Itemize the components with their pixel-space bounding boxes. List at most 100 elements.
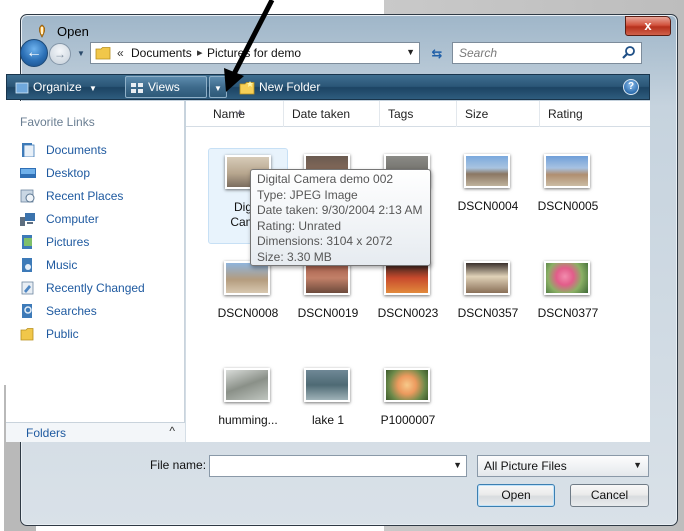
nav-link-label: Music <box>46 258 78 272</box>
file-type-select[interactable]: All Picture Files ▼ <box>477 455 649 477</box>
tooltip-type: Type: JPEG Image <box>257 187 358 202</box>
file-tile[interactable]: DSCN0357 <box>448 255 528 351</box>
folders-label: Folders <box>26 426 67 440</box>
file-tile[interactable]: lake 1 <box>288 362 368 458</box>
forward-arrow-icon: → <box>54 47 66 61</box>
computer-icon <box>20 213 35 226</box>
file-tile[interactable]: DSCN0377 <box>528 255 608 351</box>
favorite-links-header: Favorite Links <box>20 115 95 129</box>
back-button[interactable]: ← <box>20 39 48 67</box>
close-button[interactable]: x <box>625 16 671 36</box>
column-headers: ▲ Name Date taken Tags Size Rating <box>186 101 650 127</box>
organize-icon <box>15 82 29 94</box>
searches-icon <box>22 304 32 318</box>
address-overflow-chevron[interactable]: « <box>117 46 124 60</box>
file-info-tooltip: Digital Camera demo 002 Type: JPEG Image… <box>250 169 431 266</box>
photo-thumbnail <box>544 154 590 188</box>
sort-ascending-icon: ▲ <box>236 107 244 116</box>
photo-thumbnail <box>224 368 270 402</box>
file-name: lake 1 <box>311 413 345 427</box>
public-folder-icon <box>20 328 34 341</box>
refresh-icon: ⇆ <box>431 46 443 61</box>
file-name: P1000007 <box>380 413 436 427</box>
organize-menu[interactable]: Organize ▼ <box>15 75 97 99</box>
back-arrow-icon: ← <box>26 44 42 61</box>
file-tile[interactable]: humming... <box>208 362 288 458</box>
open-button[interactable]: Open <box>477 484 555 507</box>
file-name: DSCN0377 <box>537 306 599 320</box>
title-bar[interactable]: Open x <box>21 15 677 45</box>
file-name: DSCN0357 <box>457 306 519 320</box>
file-list[interactable]: ▲ Name Date taken Tags Size Rating Dig… … <box>186 101 650 442</box>
chevron-down-icon[interactable]: ▼ <box>453 460 462 470</box>
search-icon[interactable] <box>621 45 637 61</box>
file-name: DSCN0019 <box>297 306 359 320</box>
views-button[interactable]: Views <box>125 76 207 98</box>
column-header-rating[interactable]: Rating <box>541 101 650 127</box>
search-box[interactable]: Search <box>452 42 642 64</box>
file-name: DSCN0008 <box>217 306 279 320</box>
file-name: humming... <box>218 413 278 427</box>
command-toolbar: Organize ▼ Views ▼ New Folder ? <box>6 74 650 100</box>
photo-thumbnail <box>224 261 270 295</box>
address-bar[interactable]: « Documents ▸ Pictures for demo ▼ <box>90 42 420 64</box>
desktop-icon <box>20 168 36 178</box>
forward-button[interactable]: → <box>49 43 71 65</box>
breadcrumb-pictures-for-demo[interactable]: Pictures for demo <box>207 46 301 60</box>
tooltip-rating: Rating: Unrated <box>257 218 342 233</box>
file-name-label: File name: <box>150 458 207 472</box>
folders-toggle[interactable]: Folders ^ <box>6 422 185 442</box>
nav-link-label: Documents <box>46 143 107 157</box>
file-tile[interactable]: DSCN0023 <box>368 255 448 351</box>
column-header-label: Date taken <box>292 107 351 121</box>
nav-link-label: Pictures <box>46 235 90 249</box>
chevron-down-icon: ▼ <box>89 84 97 93</box>
file-tile[interactable]: DSCN0005 <box>528 148 608 244</box>
column-header-label: Rating <box>548 107 583 121</box>
file-tile[interactable]: DSCN0019 <box>288 255 368 351</box>
tooltip-file-name: Digital Camera demo 002 <box>257 172 394 186</box>
nav-link-label: Desktop <box>46 166 91 180</box>
file-tile[interactable]: P1000007 <box>368 362 448 458</box>
column-header-size[interactable]: Size <box>458 101 540 127</box>
column-header-date-taken[interactable]: Date taken <box>285 101 380 127</box>
breadcrumb-documents[interactable]: Documents <box>131 46 192 60</box>
new-folder-label: New Folder <box>259 80 321 94</box>
navigation-pane: Favorite Links Documents Desktop Recent … <box>6 101 185 442</box>
photo-thumbnail <box>464 154 510 188</box>
views-icon <box>131 82 143 93</box>
column-header-name[interactable]: ▲ Name <box>206 101 284 127</box>
cancel-button[interactable]: Cancel <box>570 484 649 507</box>
documents-icon <box>22 143 35 157</box>
nav-link-label: Recent Places <box>46 189 124 203</box>
photo-thumbnail <box>464 261 510 295</box>
nav-link-label: Recently Changed <box>46 281 145 295</box>
chevron-down-icon: ▼ <box>77 49 85 58</box>
file-name-input[interactable]: ▼ <box>209 455 467 477</box>
refresh-button[interactable]: ⇆ <box>425 44 449 64</box>
help-button[interactable]: ? <box>623 79 639 95</box>
file-type-value: All Picture Files <box>484 459 567 473</box>
column-header-label: Size <box>465 107 489 121</box>
column-header-tags[interactable]: Tags <box>381 101 457 127</box>
column-header-label: Tags <box>388 107 414 121</box>
open-dialog-icon <box>38 24 46 38</box>
file-tile[interactable]: DSCN0008 <box>208 255 288 351</box>
file-tile[interactable]: DSCN0004 <box>448 148 528 244</box>
photo-thumbnail <box>544 261 590 295</box>
photo-thumbnail <box>304 261 350 295</box>
breadcrumb-separator[interactable]: ▸ <box>197 46 203 59</box>
new-folder-icon <box>239 80 255 95</box>
views-label: Views <box>148 80 180 94</box>
new-folder-button[interactable]: New Folder <box>239 75 320 99</box>
views-dropdown-button[interactable]: ▼ <box>209 76 227 98</box>
chevron-down-icon: ▼ <box>633 460 642 470</box>
recent-pages-dropdown[interactable]: ▼ <box>76 49 86 59</box>
photo-thumbnail <box>304 368 350 402</box>
tooltip-date-taken: Date taken: 9/30/2004 2:13 AM <box>257 203 423 217</box>
file-name: DSCN0004 <box>457 199 519 213</box>
nav-link-label: Computer <box>46 212 99 226</box>
address-dropdown-icon[interactable]: ▼ <box>406 47 415 57</box>
tooltip-size: Size: 3.30 MB <box>257 249 332 264</box>
folder-icon <box>95 47 111 60</box>
